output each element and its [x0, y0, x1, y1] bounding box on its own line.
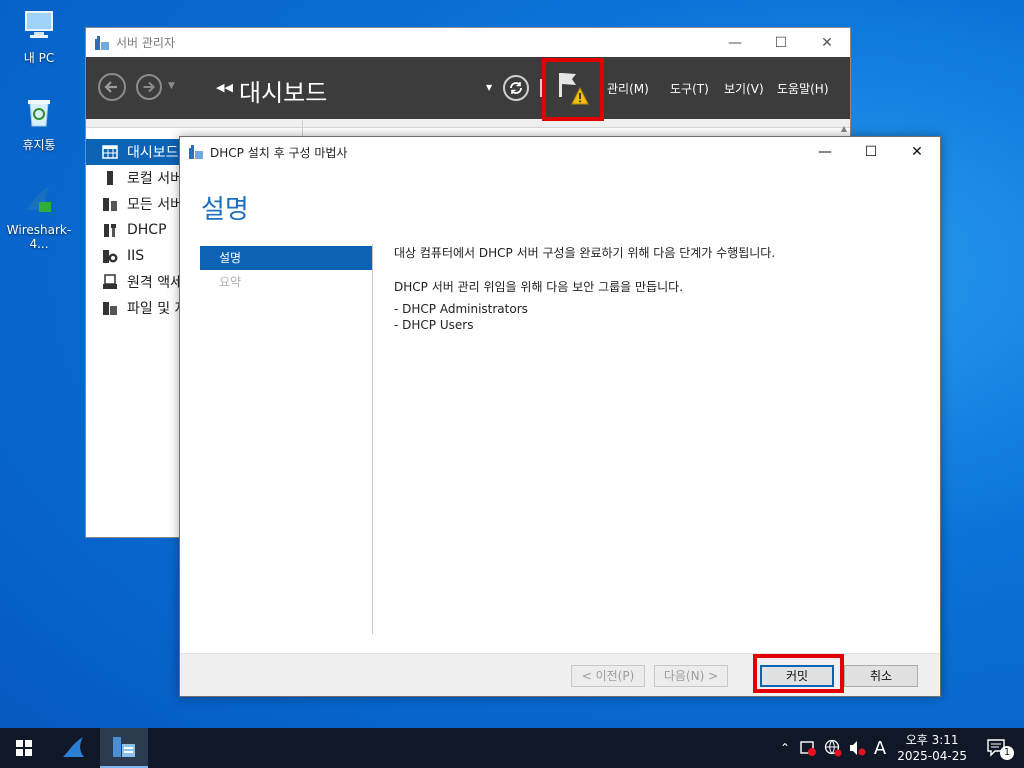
cancel-button[interactable]: 취소	[844, 665, 918, 687]
nav-item-label: 모든 서버	[127, 197, 183, 213]
back-arrow-icon	[104, 81, 117, 93]
back-button[interactable]	[98, 73, 126, 101]
start-button[interactable]	[0, 728, 48, 768]
tray-network-button[interactable]	[822, 728, 844, 768]
security-alert-icon	[800, 741, 816, 756]
refresh-dropdown-icon[interactable]: ▼	[486, 83, 492, 92]
desktop-icon-label: Wireshark-4...	[6, 223, 72, 251]
wizard-titlebar[interactable]: DHCP 설치 후 구성 마법사 — ☐ ✕	[180, 137, 940, 167]
forward-button[interactable]	[136, 74, 162, 100]
wizard-step-summary: 요약	[219, 275, 242, 289]
wizard-group-intro-text: DHCP 서버 관리 위임을 위해 다음 보안 그룹을 만듭니다.	[394, 280, 684, 294]
tray-volume-button[interactable]	[846, 728, 868, 768]
minimize-icon: —	[818, 144, 832, 160]
scrollbar-up-arrow[interactable]: ▲	[841, 124, 847, 133]
clock-time: 오후 3:11	[905, 733, 959, 747]
security-group-item: - DHCP Administrators	[394, 302, 528, 316]
notification-flag-highlight	[542, 58, 604, 121]
command-bar: ▼ ◀◀ 대시보드 ▼ 관리(M) 도구(T) 보기(V) 도움말(H)	[86, 57, 850, 119]
tray-security-icon-button[interactable]	[798, 728, 818, 768]
wizard-divider	[372, 244, 373, 634]
taskbar-server-manager-button[interactable]	[100, 728, 148, 768]
close-button[interactable]: ✕	[804, 28, 850, 57]
content-divider	[302, 120, 303, 137]
remote-access-icon	[103, 274, 117, 289]
next-button[interactable]: 다음(N) >	[654, 665, 728, 687]
dhcp-role-icon	[104, 224, 116, 237]
wizard-close-button[interactable]: ✕	[894, 138, 940, 167]
maximize-icon: ☐	[774, 34, 788, 51]
wizard-steps: 설명 요약	[200, 246, 372, 294]
wireshark-icon	[26, 186, 51, 212]
desktop-icon-my-pc[interactable]: 내 PC	[2, 8, 76, 66]
show-hidden-icons-button[interactable]: ⌃	[776, 728, 794, 768]
menu-tools[interactable]: 도구(T)	[670, 80, 709, 97]
desktop-icon-label: 내 PC	[23, 51, 55, 65]
minimize-button[interactable]: —	[712, 28, 758, 57]
menu-help[interactable]: 도움말(H)	[777, 80, 829, 97]
iis-role-icon	[103, 250, 118, 263]
network-globe-icon	[824, 739, 842, 757]
breadcrumb-chevron-icon: ◀◀	[216, 81, 233, 94]
maximize-icon: ☐	[864, 144, 878, 160]
notification-count-badge: 1	[1000, 746, 1014, 760]
dhcp-post-install-wizard: DHCP 설치 후 구성 마법사 — ☐ ✕ 설명 설명 요약 대상 컴퓨터에서…	[179, 136, 941, 697]
computer-icon	[25, 11, 53, 38]
content-header-band	[86, 119, 850, 128]
close-icon: ✕	[911, 144, 923, 160]
nav-item-label: DHCP	[127, 222, 167, 238]
menu-manage[interactable]: 관리(M)	[607, 80, 649, 97]
nav-item-label: 대시보드	[127, 145, 179, 161]
taskbar-clock[interactable]: 오후 3:11 2025-04-25	[897, 732, 967, 764]
refresh-icon	[510, 82, 522, 94]
clock-date: 2025-04-25	[897, 749, 967, 763]
commit-button-highlight	[753, 654, 844, 693]
refresh-button[interactable]	[503, 75, 529, 101]
wireshark-icon	[63, 737, 84, 757]
close-icon: ✕	[821, 34, 833, 51]
servers-icon	[103, 198, 117, 211]
page-title: 대시보드	[239, 79, 328, 107]
previous-button[interactable]: < 이전(P)	[571, 665, 645, 687]
windows-logo-icon	[16, 740, 32, 756]
wizard-step-description[interactable]: 설명	[200, 246, 372, 270]
server-manager-icon	[95, 35, 109, 50]
taskbar: ⌃ A 오후 3:11 2025-04-25 1	[0, 728, 1024, 768]
taskbar-wireshark-button[interactable]	[52, 728, 96, 768]
server-icon	[107, 171, 113, 185]
nav-item-label: 로컬 서버	[127, 171, 183, 187]
recycle-bin-icon	[28, 100, 50, 127]
nav-item-label: IIS	[127, 248, 145, 264]
wizard-page-heading: 설명	[201, 195, 249, 225]
wizard-intro-text: 대상 컴퓨터에서 DHCP 서버 구성을 완료하기 위해 다음 단계가 수행됩니…	[394, 246, 776, 260]
minimize-icon: —	[728, 34, 742, 51]
menu-view[interactable]: 보기(V)	[724, 80, 764, 97]
wizard-title: DHCP 설치 후 구성 마법사	[210, 145, 348, 160]
forward-arrow-icon	[143, 81, 156, 93]
server-manager-icon	[113, 737, 135, 757]
history-dropdown-icon[interactable]: ▼	[168, 81, 175, 91]
server-manager-titlebar[interactable]: 서버 관리자 — ☐ ✕	[86, 28, 850, 57]
desktop-icon-wireshark[interactable]: Wireshark-4...	[2, 182, 76, 251]
wizard-content: 대상 컴퓨터에서 DHCP 서버 구성을 완료하기 위해 다음 단계가 수행됩니…	[394, 245, 920, 333]
security-group-item: - DHCP Users	[394, 318, 474, 332]
window-title: 서버 관리자	[116, 36, 176, 50]
wizard-minimize-button[interactable]: —	[802, 138, 848, 167]
desktop-icon-label: 휴지통	[22, 138, 56, 152]
input-method-indicator[interactable]: A	[870, 728, 890, 768]
volume-muted-icon	[850, 741, 866, 756]
chevron-up-icon: ⌃	[779, 741, 791, 755]
maximize-button[interactable]: ☐	[758, 28, 804, 57]
desktop-icon-recycle-bin[interactable]: 휴지통	[2, 95, 76, 153]
wizard-maximize-button[interactable]: ☐	[848, 138, 894, 167]
dashboard-icon	[102, 145, 118, 159]
wizard-app-icon	[189, 145, 203, 159]
file-storage-icon	[103, 302, 117, 315]
action-center-button[interactable]: 1	[978, 728, 1018, 768]
